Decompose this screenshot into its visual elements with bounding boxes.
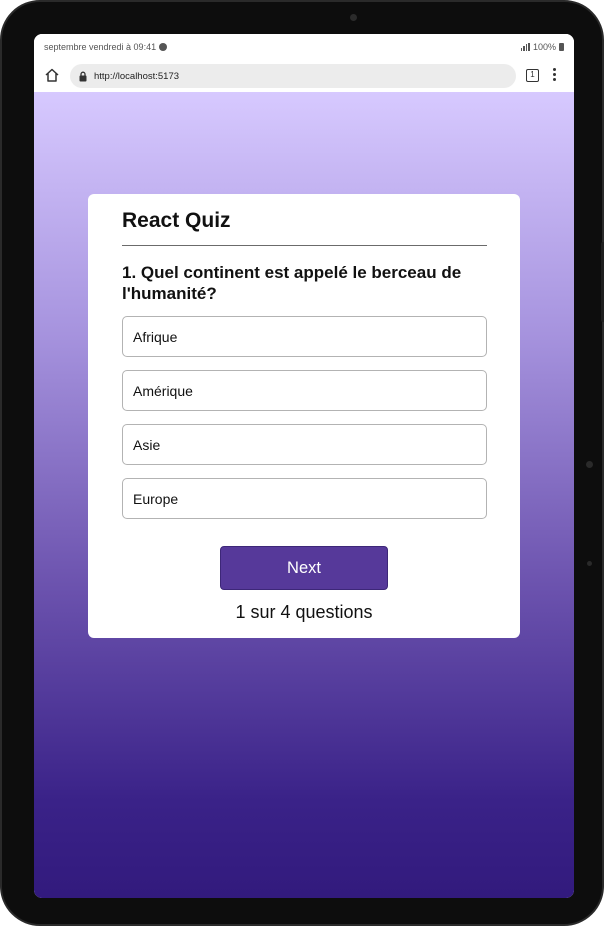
side-sensor: [586, 461, 593, 468]
title-divider: [122, 245, 487, 246]
front-camera: [350, 14, 357, 21]
browser-toolbar: http://localhost:5173 1: [34, 60, 574, 92]
tabs-icon[interactable]: 1: [526, 69, 539, 82]
url-text: http://localhost:5173: [94, 70, 180, 82]
screen: septembre vendredi à 09:41 100% http://l…: [34, 34, 574, 898]
answer-option[interactable]: Afrique: [122, 316, 487, 357]
answer-option[interactable]: Amérique: [122, 370, 487, 411]
next-button[interactable]: Next: [220, 546, 388, 590]
status-date-time: septembre vendredi à 09:41: [44, 42, 157, 52]
question-text: 1. Quel continent est appelé le berceau …: [122, 263, 462, 303]
status-bar: septembre vendredi à 09:41 100%: [34, 34, 574, 60]
lock-icon: [79, 71, 87, 81]
message-notification-icon: [159, 43, 168, 51]
answer-option[interactable]: Asie: [122, 424, 487, 465]
page-viewport: React Quiz 1. Quel continent est appelé …: [34, 92, 574, 898]
tablet-frame: septembre vendredi à 09:41 100% http://l…: [0, 0, 604, 926]
signal-icon: [520, 43, 530, 51]
kebab-menu-icon[interactable]: [553, 68, 557, 82]
question-progress: 1 sur 4 questions: [235, 602, 373, 622]
quiz-title: React Quiz: [122, 209, 231, 232]
side-sensor: [587, 561, 592, 566]
home-icon[interactable]: [44, 67, 60, 83]
status-left: septembre vendredi à 09:41: [44, 42, 168, 52]
status-right: 100%: [520, 42, 564, 52]
battery-percent: 100%: [532, 42, 556, 52]
answer-option[interactable]: Europe: [122, 478, 487, 519]
quiz-card: React Quiz 1. Quel continent est appelé …: [88, 194, 520, 638]
battery-icon: [559, 43, 564, 51]
address-bar[interactable]: http://localhost:5173: [70, 64, 516, 88]
